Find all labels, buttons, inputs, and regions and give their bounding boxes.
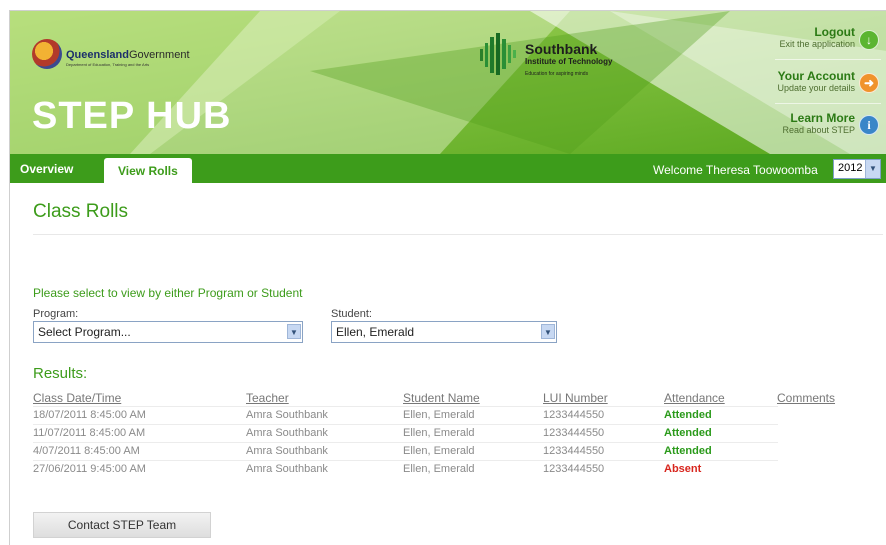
row-divider [33,442,778,443]
page-title: Class Rolls [33,201,129,222]
your-account-subtitle: Update your details [777,83,855,93]
program-select-value: Select Program... [38,325,131,339]
cell-teacher: Amra Southbank [246,445,328,457]
cell-student: Ellen, Emerald [403,409,475,421]
cell-student: Ellen, Emerald [403,463,475,475]
header-link-divider [775,103,881,104]
chevron-down-icon[interactable]: ▼ [287,324,301,339]
contact-step-team-button[interactable]: Contact STEP Team [33,512,211,538]
logout-link[interactable]: Logout Exit the application [779,25,855,49]
app-title: STEP HUB [32,95,232,137]
results-heading: Results: [33,365,88,382]
title-divider [33,234,883,235]
row-divider [33,460,778,461]
header-banner: QueenslandGovernment Department of Educa… [10,11,886,154]
student-select[interactable]: Ellen, Emerald ▼ [331,321,557,343]
cell-datetime: 27/06/2011 9:45:00 AM [33,463,146,475]
cell-datetime: 18/07/2011 8:45:00 AM [33,409,146,421]
gov-name-bold: Queensland [66,49,129,61]
your-account-link[interactable]: Your Account Update your details [777,69,855,93]
learn-more-subtitle: Read about STEP [782,125,855,135]
logout-subtitle: Exit the application [779,39,855,49]
cell-lui: 1233444550 [543,445,605,457]
header-row-divider [33,406,778,407]
column-header-teacher[interactable]: Teacher [246,391,289,405]
nav-bar: Overview View Rolls Welcome Theresa Toow… [10,154,886,183]
student-select-value: Ellen, Emerald [336,325,415,339]
arrow-right-icon[interactable]: ➜ [859,73,879,93]
year-select[interactable]: 2012 ▼ [833,159,881,179]
row-divider [33,424,778,425]
gov-department: Department of Education, Training and th… [66,62,150,67]
cell-student: Ellen, Emerald [403,427,475,439]
chevron-down-icon[interactable]: ▼ [865,160,880,178]
cell-lui: 1233444550 [543,409,605,421]
cell-teacher: Amra Southbank [246,427,328,439]
cell-student: Ellen, Emerald [403,445,475,457]
gov-name: QueenslandGovernment [66,49,190,61]
your-account-title: Your Account [777,69,855,83]
learn-more-title: Learn More [790,111,855,125]
logout-title: Logout [814,25,855,39]
column-header-student-name[interactable]: Student Name [403,391,480,405]
welcome-text: Welcome Theresa Toowoomba [653,163,818,177]
tab-view-rolls-label: View Rolls [118,164,178,178]
selection-prompt: Please select to view by either Program … [33,286,303,300]
program-label: Program: [33,308,79,320]
cell-datetime: 4/07/2011 8:45:00 AM [33,445,140,457]
header-link-divider [775,59,881,60]
arrow-down-icon[interactable]: ↓ [859,30,879,50]
cell-attendance: Absent [664,463,702,475]
cell-lui: 1233444550 [543,427,605,439]
queensland-government-logo-icon [32,39,62,69]
chevron-down-icon[interactable]: ▼ [541,324,555,339]
partner-name: Southbank [525,41,598,57]
tab-view-rolls[interactable]: View Rolls [104,158,192,183]
partner-tagline: Education for aspiring minds [525,71,589,77]
column-header-attendance[interactable]: Attendance [664,391,725,405]
column-header-lui-number[interactable]: LUI Number [543,391,608,405]
cell-attendance: Attended [664,427,712,439]
app-frame: QueenslandGovernment Department of Educa… [9,10,886,545]
gov-name-rest: Government [128,49,190,61]
cell-teacher: Amra Southbank [246,409,328,421]
partner-subtitle: Institute of Technology [525,57,613,66]
student-label: Student: [331,308,372,320]
learn-more-link[interactable]: Learn More Read about STEP [782,111,855,135]
cell-teacher: Amra Southbank [246,463,328,475]
cell-lui: 1233444550 [543,463,605,475]
cell-attendance: Attended [664,409,712,421]
program-select[interactable]: Select Program... ▼ [33,321,303,343]
cell-attendance: Attended [664,445,712,457]
cell-datetime: 11/07/2011 8:45:00 AM [33,427,146,439]
column-header-comments[interactable]: Comments [777,391,835,405]
tab-overview[interactable]: Overview [20,162,73,176]
year-value: 2012 [838,162,863,174]
info-icon[interactable]: i [859,115,879,135]
southbank-logo-icon [480,33,516,75]
column-header-class-date[interactable]: Class Date/Time [33,391,121,405]
